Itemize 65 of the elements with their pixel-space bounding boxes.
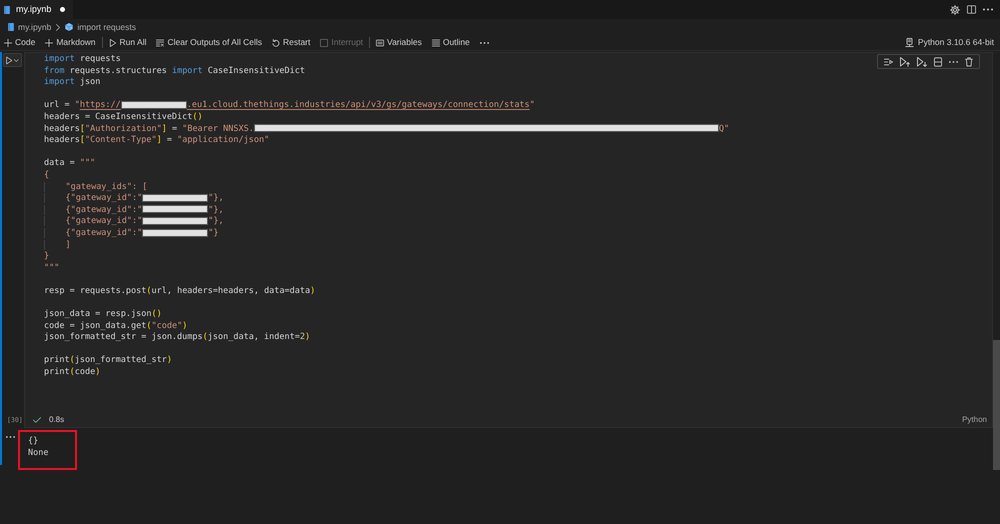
square-icon [320, 38, 328, 46]
server-icon [904, 38, 914, 47]
code-line: json_formatted_str = json.dumps(json_data, indent=2) [44, 332, 310, 344]
code-line: ] [44, 240, 71, 252]
code-line: {"gateway_id":" "}, [44, 216, 224, 228]
output-line: None [28, 446, 48, 459]
toolbar-button[interactable]: Clear Outputs of All Cells [153, 36, 265, 50]
chevron-down-icon [14, 58, 19, 62]
code-line: {"gateway_id":" "}, [44, 193, 224, 205]
modified-dot-icon[interactable] [60, 7, 66, 12]
code-line: import json [44, 77, 100, 89]
code-line: """ [44, 262, 60, 274]
toolbar-button[interactable]: Markdown [42, 36, 99, 50]
code-line: headers["Authorization"] = "Bearer NNSXS. Q" [44, 124, 730, 136]
code-line: headers["Content-Type"] = "application/json" [44, 135, 270, 147]
scrollbar-thumb[interactable] [993, 340, 1000, 470]
lines-arrow-icon[interactable] [884, 58, 893, 66]
code-line: {"gateway_id":" "} [44, 228, 218, 240]
play-arrow-down-icon[interactable] [917, 56, 927, 66]
trash-icon[interactable] [965, 56, 973, 66]
more-icon[interactable] [983, 8, 993, 11]
toolbar-button[interactable]: Code [1, 36, 38, 50]
variable-box-icon [376, 38, 384, 46]
list-icon [432, 38, 440, 46]
chevron-right-icon [56, 24, 60, 30]
play-icon [6, 56, 12, 64]
code-line: resp = requests.post(url, headers=headers, data=data) [44, 286, 316, 298]
cell-language[interactable]: Python [962, 414, 987, 426]
code-line: print(json_formatted_str) [44, 355, 172, 368]
code-line: json_data = resp.json() [44, 309, 162, 321]
breadcrumb-item[interactable]: import requests [65, 20, 136, 34]
run-cell-button[interactable] [3, 53, 22, 67]
code-line: "gateway_ids": [ [44, 182, 148, 194]
code-line: url = "https:// .eu1.cloud.thethings.industries/api/v3/gs/gateways/connection/stats" [44, 100, 535, 112]
notebook-file-icon [4, 6, 10, 14]
code-line: from requests.structures import CaseInsensitiveDict [44, 66, 306, 78]
clear-list-icon [156, 38, 164, 46]
split-rect-icon[interactable] [934, 56, 942, 66]
plus-icon [45, 38, 54, 46]
code-line: import requests [44, 54, 121, 66]
toolbar-button[interactable]: Restart [268, 36, 314, 50]
code-line: } [44, 251, 50, 263]
notebook-file-icon [8, 23, 14, 31]
breadcrumb-item[interactable]: my.ipynb [8, 20, 52, 34]
kernel-picker-button[interactable]: Python 3.10.6 64-bit [904, 36, 994, 50]
code-line: {"gateway_id":" "}, [44, 204, 224, 216]
more-icon[interactable] [6, 436, 15, 438]
editor-tab[interactable]: my.ipynb [0, 0, 74, 19]
circular-arrow-icon [272, 38, 280, 46]
play-icon [108, 38, 117, 46]
play-arrow-up-icon[interactable] [900, 56, 910, 66]
split-editor-icon[interactable] [967, 5, 976, 14]
code-line: code = json_data.get("code") [44, 320, 188, 332]
code-line: print(code) [44, 367, 100, 379]
output-line: {} [28, 434, 38, 447]
plus-icon [4, 38, 12, 46]
code-line: { [44, 170, 50, 182]
code-line: data = """ [44, 158, 96, 170]
code-line: headers = CaseInsensitiveDict() [44, 112, 203, 124]
execution-time: 0.8s [49, 414, 64, 426]
settings-icon[interactable] [950, 4, 960, 14]
cube-icon [65, 23, 74, 31]
toolbar-button[interactable]: Variables [373, 36, 425, 50]
toolbar-button[interactable]: Run All [106, 36, 150, 50]
toolbar-button[interactable]: Outline [428, 36, 473, 50]
